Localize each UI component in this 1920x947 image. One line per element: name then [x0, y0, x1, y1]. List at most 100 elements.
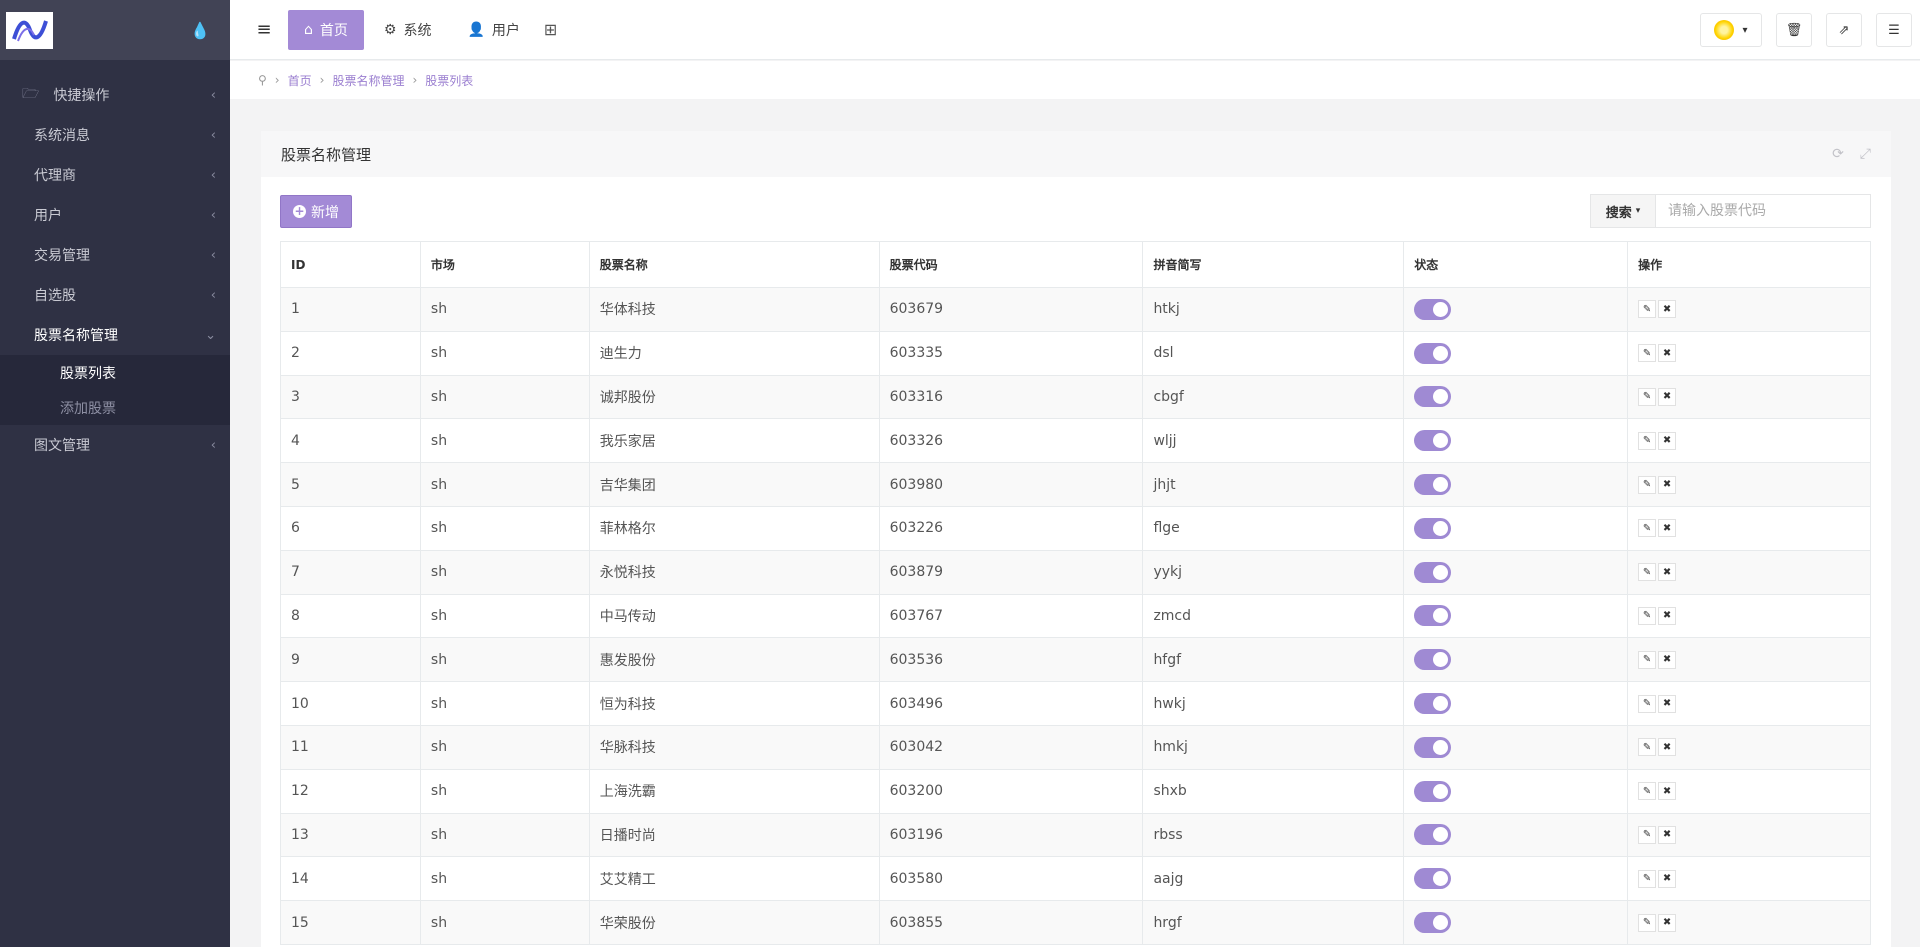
edit-icon[interactable]: ✎ [1638, 300, 1657, 319]
status-toggle[interactable] [1414, 474, 1452, 496]
chevron-left-icon: ‹ [210, 287, 216, 303]
status-toggle[interactable] [1414, 824, 1452, 846]
sidebar-item-label: 图文管理 [34, 438, 90, 454]
delete-icon[interactable]: ✖ [1658, 475, 1677, 494]
edit-icon[interactable]: ✎ [1638, 782, 1657, 801]
sidebar-item-articles[interactable]: 图文管理 ‹ [0, 425, 230, 465]
delete-icon[interactable]: ✖ [1658, 782, 1677, 801]
edit-icon[interactable]: ✎ [1638, 606, 1657, 625]
status-toggle[interactable] [1414, 561, 1452, 583]
search-input[interactable] [1656, 195, 1870, 227]
column-header[interactable]: 操作 [1627, 241, 1871, 288]
breadcrumb-stock-list[interactable]: 股票列表 [425, 72, 473, 89]
table-cell-status [1403, 681, 1629, 726]
status-toggle[interactable] [1414, 386, 1452, 408]
open-site-button[interactable]: ⇗ [1826, 13, 1862, 47]
column-header[interactable]: 市场 [419, 241, 590, 288]
status-toggle[interactable] [1414, 605, 1452, 627]
delete-icon[interactable]: ✖ [1658, 519, 1677, 538]
delete-icon[interactable]: ✖ [1658, 650, 1677, 669]
user-avatar-dropdown[interactable]: ▾ [1700, 13, 1762, 47]
delete-icon[interactable]: ✖ [1658, 344, 1677, 363]
menu-toggle-icon[interactable]: ≡ [244, 19, 284, 40]
table-cell-id: 13 [280, 812, 421, 858]
refresh-icon[interactable]: ⟳ [1832, 146, 1844, 162]
edit-icon[interactable]: ✎ [1638, 387, 1657, 406]
column-header[interactable]: 股票名称 [588, 241, 880, 288]
theme-drop-icon[interactable]: 💧 [190, 21, 210, 40]
status-toggle[interactable] [1414, 649, 1452, 671]
submenu-item-stock-list[interactable]: 股票列表 [0, 355, 230, 390]
sidebar-item-stock-names[interactable]: 股票名称管理 ⌄ [0, 315, 230, 355]
delete-icon[interactable]: ✖ [1658, 913, 1677, 932]
table-cell-status [1403, 768, 1629, 814]
edit-icon[interactable]: ✎ [1638, 738, 1657, 757]
edit-icon[interactable]: ✎ [1638, 913, 1657, 932]
table-cell-pinyin: shxb [1142, 768, 1405, 814]
table-cell-name: 恒为科技 [588, 681, 880, 726]
edit-icon[interactable]: ✎ [1638, 344, 1657, 363]
delete-icon[interactable]: ✖ [1658, 694, 1677, 713]
status-toggle[interactable] [1414, 430, 1452, 452]
sidebar-item-quick[interactable]: 🗁 快捷操作 ‹ [0, 75, 230, 115]
submenu-item-add-stock[interactable]: 添加股票 [0, 390, 230, 425]
edit-icon[interactable]: ✎ [1638, 519, 1657, 538]
logo[interactable] [6, 11, 53, 49]
table-cell-market: sh [419, 505, 590, 551]
table-cell-market: sh [419, 724, 590, 770]
delete-icon[interactable]: ✖ [1658, 869, 1677, 888]
edit-icon[interactable]: ✎ [1638, 650, 1657, 669]
status-toggle[interactable] [1414, 736, 1452, 758]
settings-panel-button[interactable]: ☰ [1876, 13, 1912, 47]
status-toggle[interactable] [1414, 517, 1452, 539]
sidebar-item-trading[interactable]: 交易管理 ‹ [0, 235, 230, 275]
table-cell-name: 上海洗霸 [588, 768, 880, 814]
status-toggle[interactable] [1414, 298, 1452, 320]
edit-icon[interactable]: ✎ [1638, 431, 1657, 450]
delete-icon[interactable]: ✖ [1658, 563, 1677, 582]
caret-down-icon: ▾ [1635, 206, 1641, 216]
edit-icon[interactable]: ✎ [1638, 825, 1657, 844]
sidebar-item-label: 代理商 [34, 168, 76, 184]
tab-users[interactable]: 👤 用户 [451, 10, 535, 50]
add-button[interactable]: + 新增 [280, 195, 352, 228]
status-toggle[interactable] [1414, 868, 1452, 890]
delete-icon[interactable]: ✖ [1658, 606, 1677, 625]
sidebar-item-agents[interactable]: 代理商 ‹ [0, 155, 230, 195]
table-cell-id: 3 [280, 374, 421, 420]
fullscreen-icon[interactable]: ⤢ [1860, 146, 1871, 162]
tab-home[interactable]: ⌂ 首页 [288, 9, 364, 50]
table-row: 5 sh 吉华集团 603980 jhjt ✎ ✖ [280, 462, 1871, 507]
sidebar-item-messages[interactable]: 系统消息 ‹ [0, 115, 230, 155]
status-toggle[interactable] [1414, 693, 1452, 715]
sidebar-item-watchlist[interactable]: 自选股 ‹ [0, 275, 230, 315]
column-header[interactable]: ID [280, 241, 421, 288]
search-dropdown-button[interactable]: 搜索 ▾ [1591, 195, 1656, 227]
sidebar-item-users[interactable]: 用户 ‹ [0, 195, 230, 235]
table-cell-code: 603536 [878, 637, 1144, 683]
tab-system[interactable]: ⚙ 系统 [368, 10, 448, 50]
delete-icon[interactable]: ✖ [1658, 431, 1677, 450]
table-cell-actions: ✎ ✖ [1627, 462, 1871, 507]
edit-icon[interactable]: ✎ [1638, 694, 1657, 713]
apps-grid-icon[interactable]: ⊞ [544, 20, 557, 39]
status-toggle[interactable] [1414, 912, 1452, 934]
delete-icon[interactable]: ✖ [1658, 387, 1677, 406]
column-header[interactable]: 拼音简写 [1142, 241, 1405, 288]
delete-icon[interactable]: ✖ [1658, 738, 1677, 757]
delete-icon[interactable]: ✖ [1658, 825, 1677, 844]
status-toggle[interactable] [1414, 780, 1452, 802]
breadcrumb-stock-names[interactable]: 股票名称管理 [332, 72, 404, 89]
edit-icon[interactable]: ✎ [1638, 869, 1657, 888]
column-header[interactable]: 状态 [1403, 241, 1629, 288]
edit-icon[interactable]: ✎ [1638, 563, 1657, 582]
table-cell-pinyin: hwkj [1142, 681, 1405, 726]
status-toggle[interactable] [1414, 342, 1452, 364]
edit-icon[interactable]: ✎ [1638, 475, 1657, 494]
table-cell-name: 惠发股份 [588, 637, 880, 683]
delete-icon[interactable]: ✖ [1658, 300, 1677, 319]
clear-cache-button[interactable]: 🗑 [1776, 13, 1812, 47]
table-cell-status [1403, 549, 1629, 595]
breadcrumb-home[interactable]: 首页 [288, 72, 312, 89]
column-header[interactable]: 股票代码 [878, 241, 1144, 288]
